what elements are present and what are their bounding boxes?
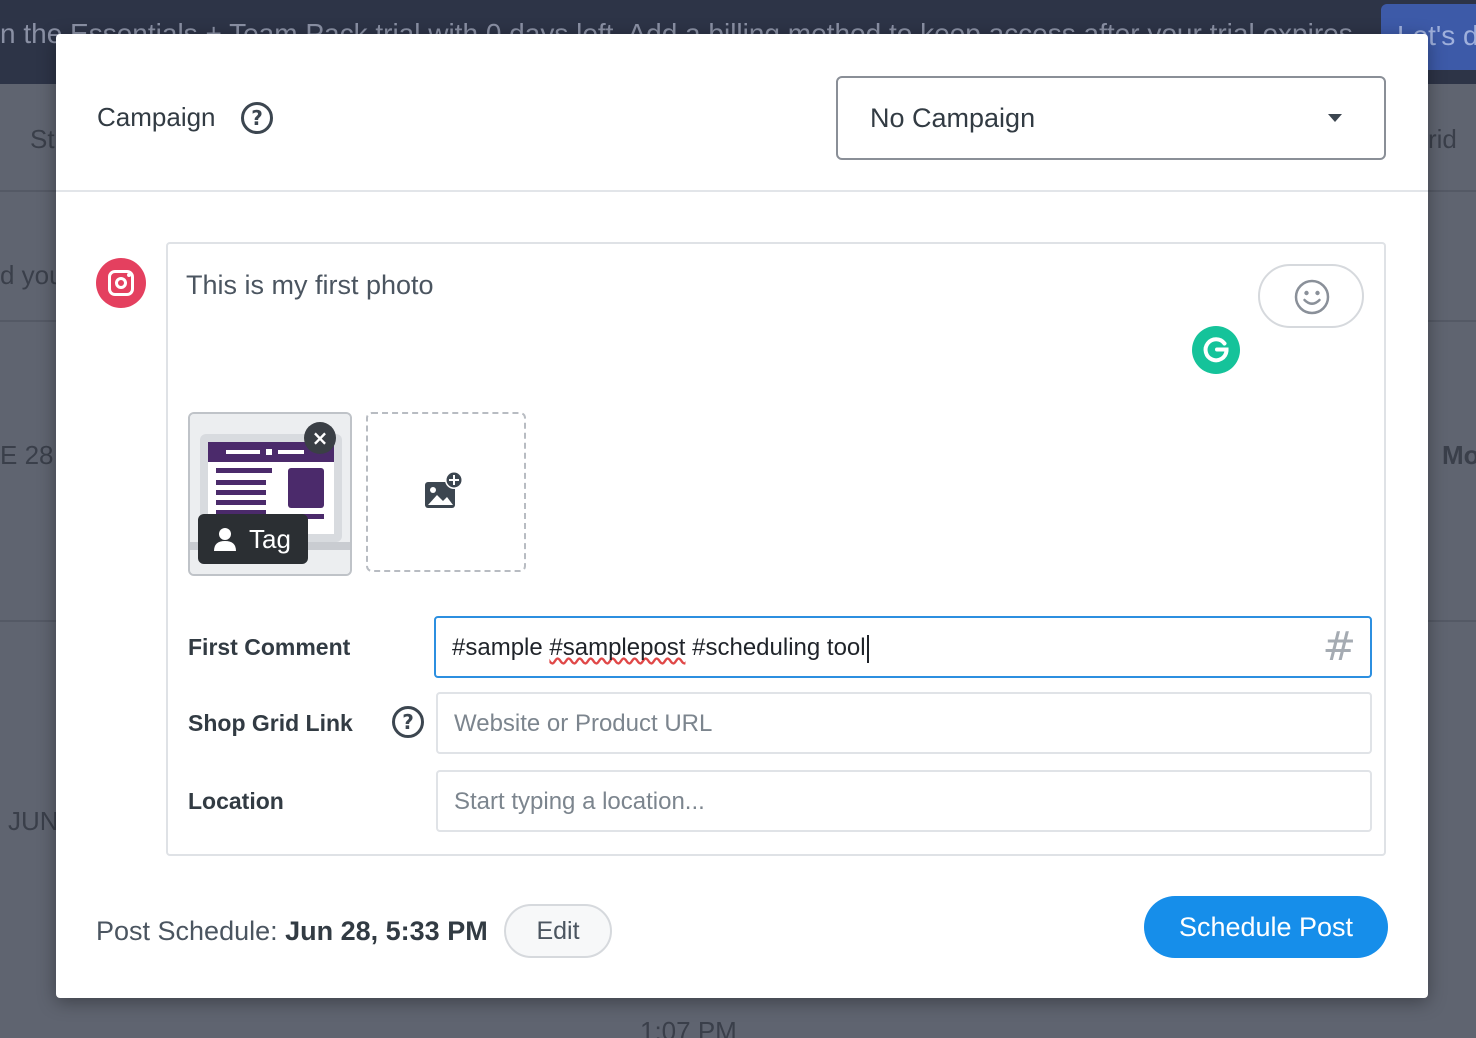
text-cursor — [866, 634, 869, 663]
location-placeholder: Start typing a location... — [454, 788, 705, 815]
add-media-button[interactable] — [366, 412, 526, 572]
first-comment-text: #sample — [452, 634, 550, 661]
edit-schedule-button[interactable]: Edit — [504, 904, 612, 958]
shop-grid-link-label: Shop Grid Link — [188, 710, 353, 736]
background-tab: St — [30, 124, 55, 154]
shop-grid-link-placeholder: Website or Product URL — [454, 710, 713, 737]
post-schedule-value: Jun 28, 5:33 PM — [285, 916, 488, 946]
background-button: Mo — [1442, 440, 1476, 470]
campaign-help-icon[interactable]: ? — [241, 102, 273, 134]
caption-input[interactable]: This is my first photo — [186, 270, 434, 301]
background-tab: rid — [1428, 124, 1457, 154]
campaign-label: Campaign — [97, 102, 216, 132]
location-input[interactable]: Start typing a location... — [436, 770, 1372, 832]
header-divider — [56, 190, 1428, 192]
tag-people-button[interactable]: Tag — [198, 514, 308, 564]
background-text: d you — [0, 260, 64, 290]
instagram-icon — [96, 258, 146, 308]
smiley-icon — [1294, 279, 1330, 315]
schedule-post-button[interactable]: Schedule Post — [1144, 896, 1388, 958]
background-date: JUN — [8, 806, 59, 836]
background-date: E 28 — [0, 440, 54, 470]
misspelled-word: #samplepost — [549, 634, 686, 661]
grammarly-icon[interactable] — [1192, 326, 1240, 374]
post-schedule-info: Post Schedule: Jun 28, 5:33 PM — [96, 916, 488, 947]
first-comment-text: #scheduling tool — [685, 634, 866, 661]
person-icon — [214, 528, 236, 551]
tag-label: Tag — [249, 524, 291, 554]
remove-media-button[interactable]: × — [304, 422, 336, 454]
chevron-down-icon — [1328, 114, 1342, 122]
shop-grid-help-icon[interactable]: ? — [392, 706, 424, 738]
location-label: Location — [188, 788, 284, 814]
add-image-icon — [425, 471, 463, 508]
post-schedule-label: Post Schedule: — [96, 916, 286, 946]
post-composer: This is my first photo × Tag First Comme… — [166, 242, 1386, 856]
first-comment-label: First Comment — [188, 634, 351, 660]
compose-post-modal: Campaign ? No Campaign This is my first … — [56, 34, 1428, 998]
shop-grid-link-input[interactable]: Website or Product URL — [436, 692, 1372, 754]
background-time: 1:07 PM — [640, 1016, 737, 1038]
hashtag-icon[interactable]: # — [1322, 624, 1356, 670]
first-comment-input[interactable]: #sample #samplepost #scheduling tool # — [434, 616, 1372, 678]
campaign-selected-value: No Campaign — [870, 103, 1036, 133]
emoji-picker-button[interactable] — [1258, 264, 1364, 328]
campaign-select[interactable]: No Campaign — [836, 76, 1386, 160]
